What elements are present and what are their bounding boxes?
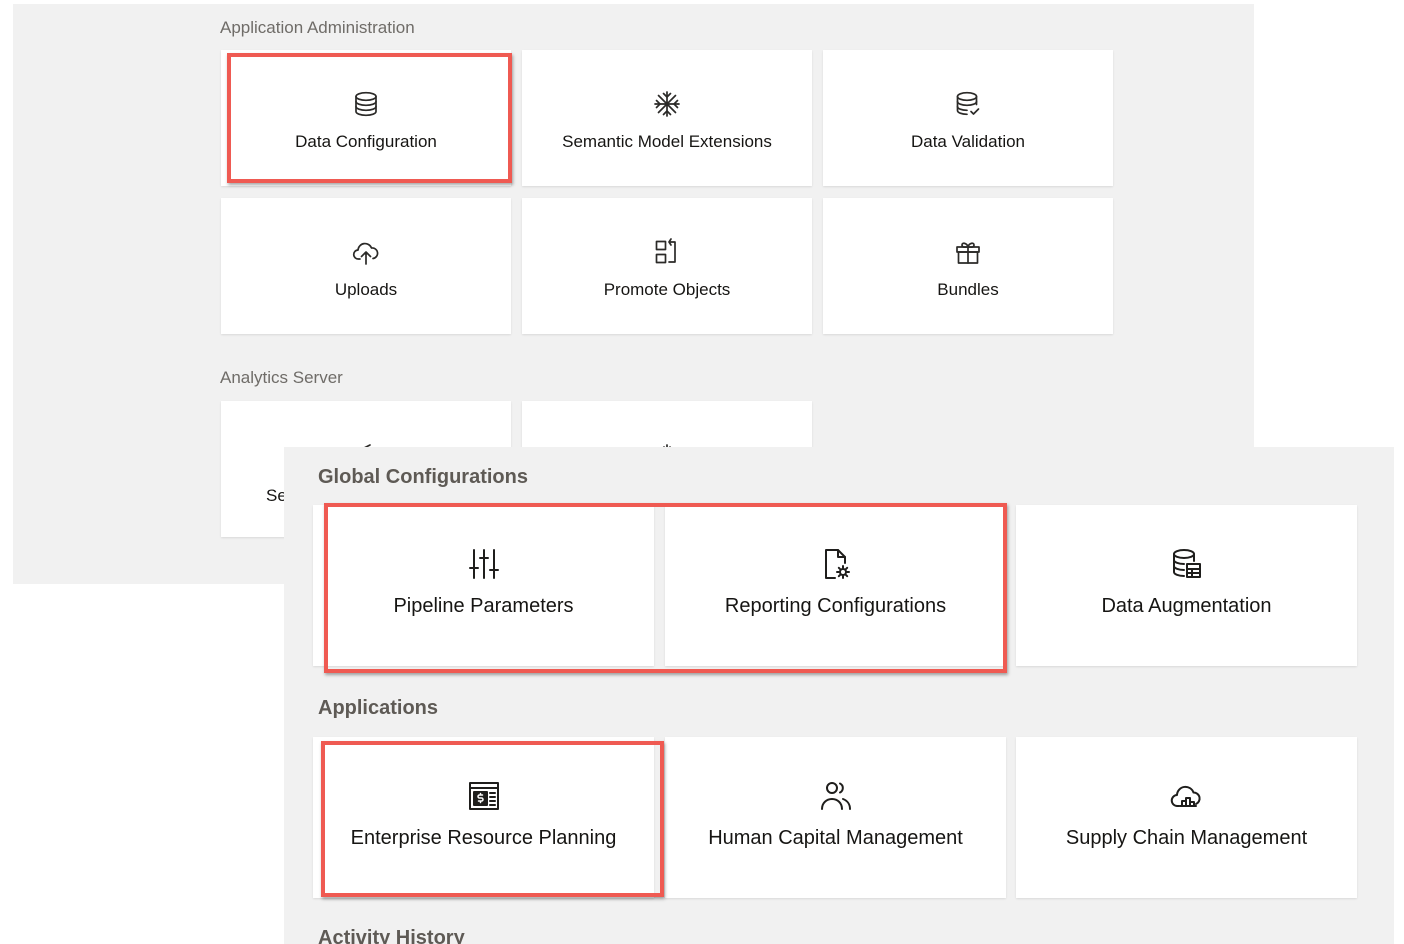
tile-data-validation[interactable]: Data Validation bbox=[823, 50, 1113, 186]
tile-human-capital-management[interactable]: Human Capital Management bbox=[665, 737, 1006, 898]
database-check-icon bbox=[956, 91, 980, 116]
section-title-application-administration: Application Administration bbox=[220, 18, 415, 37]
database-table-icon bbox=[1172, 549, 1201, 578]
tile-label: Supply Chain Management bbox=[1065, 827, 1308, 849]
tile-pipeline-parameters[interactable]: Pipeline Parameters bbox=[313, 505, 654, 666]
tile-label: Semantic Model Extensions bbox=[562, 132, 772, 151]
tile-label: Enterprise Resource Planning bbox=[350, 827, 617, 849]
section-title-activity-history: Activity History bbox=[318, 927, 465, 944]
sliders-icon bbox=[468, 549, 499, 579]
tile-label: Data Augmentation bbox=[1101, 595, 1272, 617]
tile-enterprise-resource-planning[interactable]: Enterprise Resource Planning bbox=[313, 737, 654, 898]
cloud-chart-icon bbox=[1170, 785, 1201, 807]
promote-objects-icon bbox=[655, 238, 676, 264]
ledger-dollar-icon bbox=[468, 782, 499, 810]
section-title-global-configurations: Global Configurations bbox=[318, 466, 528, 488]
tile-label: Pipeline Parameters bbox=[393, 595, 574, 617]
tile-promote-objects[interactable]: Promote Objects bbox=[522, 198, 812, 334]
tile-label: Reporting Configurations bbox=[724, 595, 947, 617]
tile-label: Data Configuration bbox=[295, 132, 437, 151]
tile-supply-chain-management[interactable]: Supply Chain Management bbox=[1016, 737, 1357, 898]
tile-uploads[interactable]: Uploads bbox=[221, 198, 511, 334]
cloud-upload-icon bbox=[352, 242, 379, 265]
snowflake-icon bbox=[654, 91, 680, 117]
tile-label: Data Validation bbox=[910, 132, 1026, 151]
tile-label: Uploads bbox=[334, 280, 398, 299]
tile-label: Human Capital Management bbox=[708, 827, 963, 849]
section-title-analytics-server: Analytics Server bbox=[220, 368, 343, 387]
tile-bundles[interactable]: Bundles bbox=[823, 198, 1113, 334]
tile-data-augmentation[interactable]: Data Augmentation bbox=[1016, 505, 1357, 666]
tile-reporting-configurations[interactable]: Reporting Configurations bbox=[665, 505, 1006, 666]
gift-icon bbox=[956, 242, 980, 264]
tile-semantic-model-extensions[interactable]: Semantic Model Extensions bbox=[522, 50, 812, 186]
global-configurations-panel: Global Configurations Pipeline Parameter… bbox=[284, 447, 1394, 944]
tile-label: Bundles bbox=[937, 280, 999, 299]
tile-label: Promote Objects bbox=[603, 280, 731, 299]
database-icon bbox=[355, 91, 377, 117]
file-gear-icon bbox=[824, 549, 850, 579]
tile-data-configuration[interactable]: Data Configuration bbox=[221, 50, 511, 186]
section-title-applications: Applications bbox=[318, 697, 439, 719]
people-icon bbox=[820, 782, 851, 810]
